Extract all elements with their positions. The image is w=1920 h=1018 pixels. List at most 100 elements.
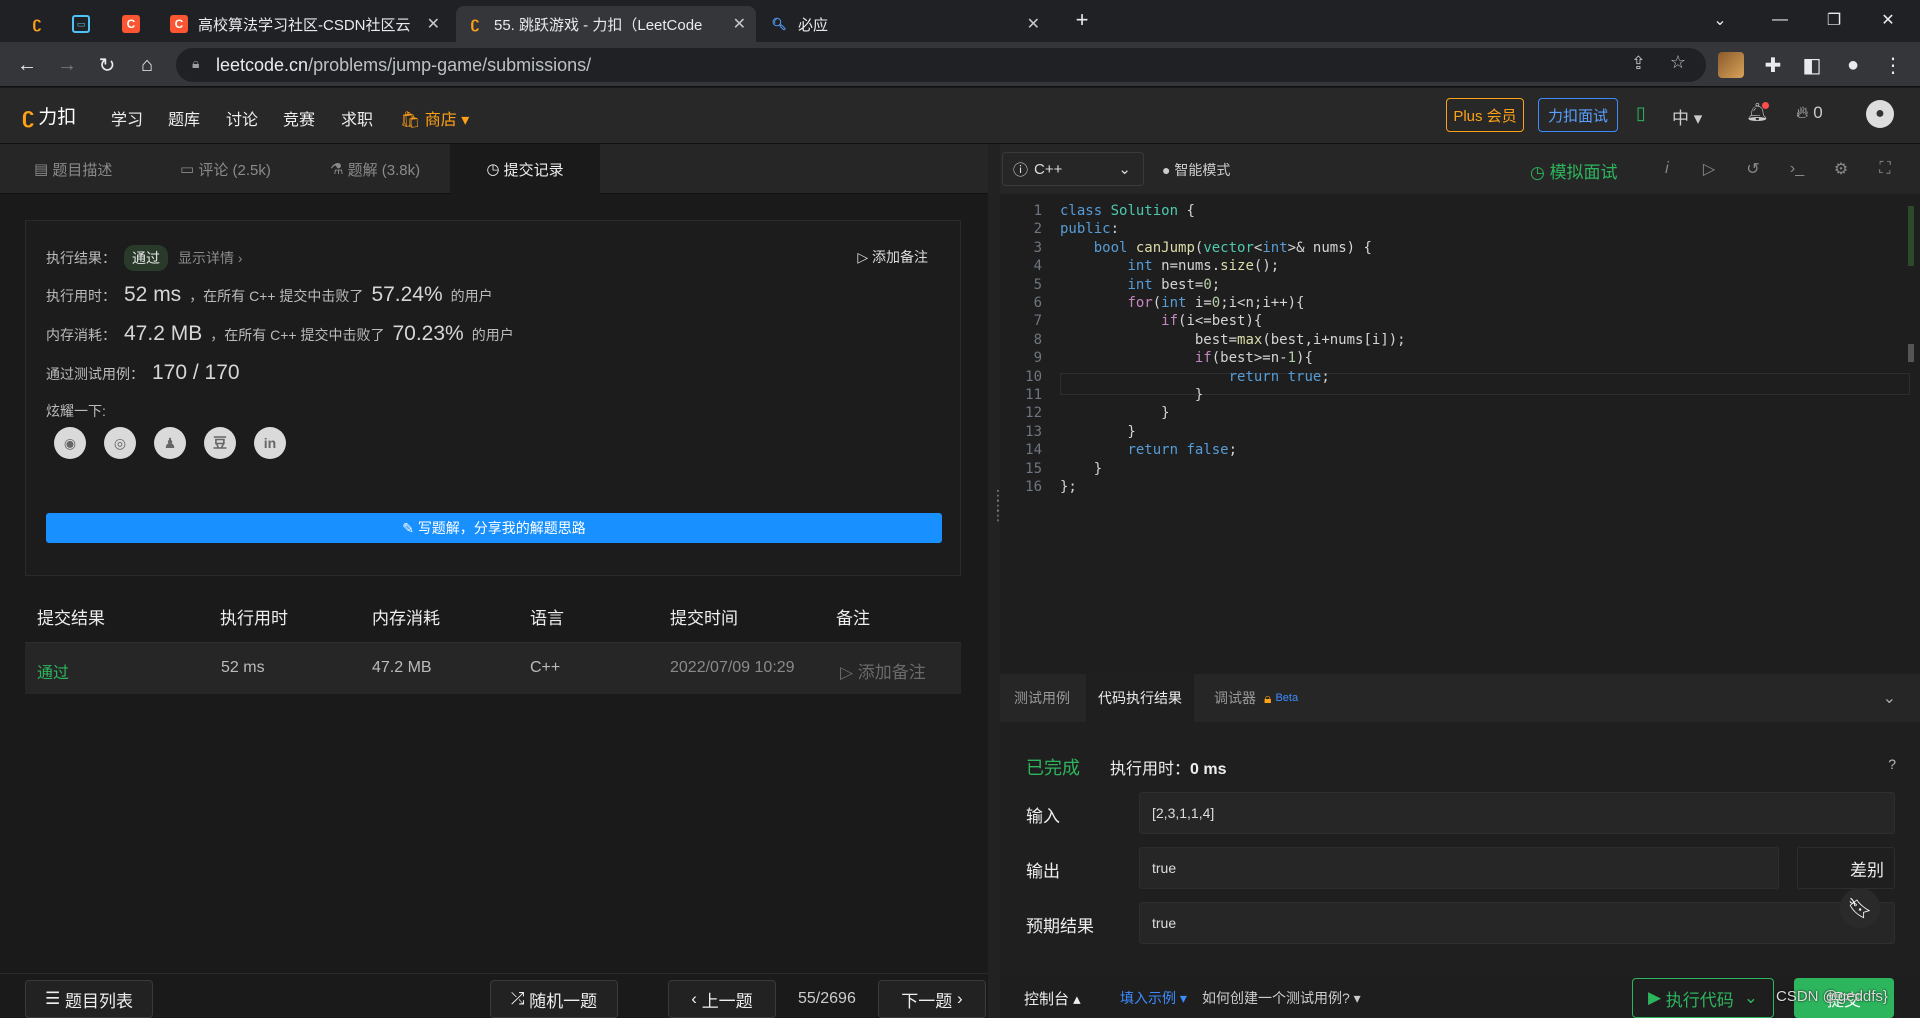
runtime-mid: ，在所有 C++ 提交中击败了 [189,288,364,304]
settings-icon[interactable]: ⚙ [1830,158,1852,180]
logo[interactable]: ʗ 力扣 [22,102,76,129]
forward-icon[interactable]: → [52,50,82,80]
browser-tab-leetcode[interactable]: ʗ 55. 跳跃游戏 - 力扣（LeetCode ✕ [456,6,756,42]
browser-tab-csdn[interactable]: C 高校算法学习社区-CSDN社区云 ✕ [160,6,450,42]
back-icon[interactable]: ← [12,50,42,80]
share-icon[interactable]: ⇪ [1631,53,1646,74]
memory-label: 内存消耗： [46,327,116,343]
play-icon: ▶ [1647,988,1666,1007]
avatar[interactable]: ● [1866,100,1894,128]
close-icon[interactable]: ✕ [1027,14,1040,34]
tab-description[interactable]: ▤ 题目描述 [34,144,112,194]
tab-testcases[interactable]: 测试用例 [1014,674,1070,722]
reset-icon[interactable]: ↺ [1742,158,1764,180]
scrollbar-thumb[interactable] [1908,344,1914,362]
wechat-icon[interactable]: ◉ [54,427,86,459]
shop-icon: 🛍︎ [400,112,425,129]
tab-submissions[interactable]: ◷ 提交记录 [450,144,600,194]
panel-splitter[interactable]: ⋮ ⋮ ⋮ [988,144,1005,1018]
write-solution-button[interactable]: ✎ 写题解，分享我的解题思路 [46,513,942,543]
plus-button[interactable]: Plus 会员 [1446,98,1524,132]
fullscreen-icon[interactable]: ⛶ [1874,158,1896,180]
window-close-icon[interactable]: ✕ [1868,6,1908,34]
line-number: 4 [1033,258,1042,275]
interview-button[interactable]: 力扣面试 [1538,98,1618,132]
nav-learn[interactable]: 学习 [111,106,143,130]
memory-mid: ，在所有 C++ 提交中击败了 [210,327,385,343]
extensions-icon[interactable]: ✚ [1758,50,1788,80]
qq-icon[interactable]: ♟ [154,427,186,459]
browser-tab-bing[interactable]: 🔍︎ 必应 ✕ [760,6,1050,42]
table-row[interactable]: 通过 52 ms 47.2 MB C++ 2022/07/09 10:29 ▷ … [25,642,961,694]
terminal-icon[interactable]: ›_ [1786,158,1808,180]
info-italic-icon[interactable]: 𝑖 [1656,158,1678,180]
tab-comments[interactable]: ▭ 评论 (2.5k) [180,144,271,194]
coins[interactable]: 🔥︎ 0 [1796,103,1823,123]
row-submitted: 2022/07/09 10:29 [670,659,795,676]
console-panel: 测试用例 代码执行结果 调试器 🔒︎ Beta ⌄ 已完成 执行用时：0 ms … [1000,674,1920,1018]
tab-debugger[interactable]: 调试器 🔒︎ Beta [1214,674,1298,722]
nav-shop[interactable]: 🛍︎ 商店 ▾ [400,106,469,130]
console-toggle[interactable]: 控制台 ▴ [1024,988,1081,1009]
nav-contest[interactable]: 竞赛 [283,106,315,130]
help-icon[interactable]: ? [1888,756,1896,772]
code-line: int best=0; [1127,276,1221,293]
fill-example-button[interactable]: 填入示例 ▾ [1120,988,1187,1008]
lock-icon: 🔒︎ [192,55,200,71]
url-input[interactable]: 🔒︎ leetcode.cn /problems/jump-game/submi… [176,48,1706,82]
problem-list-button[interactable]: ☰ 题目列表 [25,980,153,1018]
tab-title: 55. 跳跃游戏 - 力扣（LeetCode [494,16,703,34]
row-status[interactable]: 通过 [37,659,69,683]
browser-tab-pinned-2[interactable]: ▭ [62,6,104,42]
side-panel-icon[interactable]: ◧ [1797,50,1827,80]
add-note-button[interactable]: ▷ 添加备注 [857,247,928,267]
browser-tab-pinned-1[interactable]: ʗ [18,6,58,42]
runtime-label: 执行用时： [46,288,116,304]
reload-icon[interactable]: ↻ [92,50,122,80]
new-tab-button[interactable]: + [1062,6,1102,34]
linkedin-icon[interactable]: in [254,427,286,459]
minimize-icon[interactable]: — [1760,6,1800,34]
close-icon[interactable]: ✕ [427,14,440,34]
line-number: 9 [1033,350,1042,367]
show-details-link[interactable]: 显示详情 › [178,248,243,268]
language-select[interactable]: ⓘ C++ ⌄ [1002,152,1144,186]
how-to-link[interactable]: 如何创建一个测试用例? ▾ [1202,988,1361,1008]
leetcode-header: ʗ 力扣 学习 题库 讨论 竞赛 求职 🛍︎ 商店 ▾ Plus 会员 力扣面试… [0,88,1920,144]
random-button[interactable]: ⤮ 随机一题 [490,980,618,1018]
col-time: 提交时间 [670,609,738,628]
extension-avatar-icon[interactable] [1718,52,1744,78]
smart-mode-toggle[interactable]: ● 智能模式 [1162,160,1230,180]
row-add-note[interactable]: ▷ 添加备注 [840,658,926,683]
tab-solutions[interactable]: ⚗ 题解 (3.8k) [330,144,420,194]
lang-switch[interactable]: 中 ▾ [1672,104,1702,129]
phone-icon[interactable]: ▯ [1636,103,1646,124]
code-editor[interactable]: 1 2 3 4 5 6 7 8 9 10 11 12 13 14 15 16 class Solution {… [1000,194,1920,674]
bookmark-star-icon[interactable]: ☆ [1670,52,1686,73]
nav-problems[interactable]: 题库 [168,106,200,130]
close-icon[interactable]: ✕ [733,14,746,34]
weibo-icon[interactable]: ◎ [104,427,136,459]
tab-search-icon[interactable]: ⌄ [1700,6,1740,34]
output-label: 输出 [1026,862,1060,881]
memory-suffix: 的用户 [471,327,514,343]
mock-interview-button[interactable]: ◷ 模拟面试 [1530,158,1618,183]
nav-discuss[interactable]: 讨论 [226,106,258,130]
run-code-button[interactable]: ▶ 执行代码 ⌄ [1632,978,1774,1018]
play-icon[interactable]: ▷ [1698,158,1720,180]
collapse-chevron-icon[interactable]: ⌄ [1883,688,1896,708]
nav-jobs[interactable]: 求职 [341,106,373,130]
profile-icon[interactable]: ● [1838,50,1868,80]
douban-icon[interactable]: 豆 [204,427,236,459]
tab-run-result[interactable]: 代码执行结果 [1086,674,1194,722]
menu-icon[interactable]: ⋮ [1878,50,1908,80]
restore-icon[interactable]: ❐ [1814,6,1854,34]
next-button[interactable]: 下一题 › [878,980,986,1018]
home-icon[interactable]: ⌂ [132,50,162,80]
prev-button[interactable]: ‹ 上一题 [668,980,776,1018]
browser-tab-pinned-3[interactable]: C [112,6,154,42]
notes-icon[interactable]: 🔖︎ [1840,888,1880,928]
url-host: leetcode.cn [216,54,309,75]
diff-toggle[interactable]: 差别 [1797,847,1895,889]
fire-icon: 🔥︎ [1796,103,1809,122]
